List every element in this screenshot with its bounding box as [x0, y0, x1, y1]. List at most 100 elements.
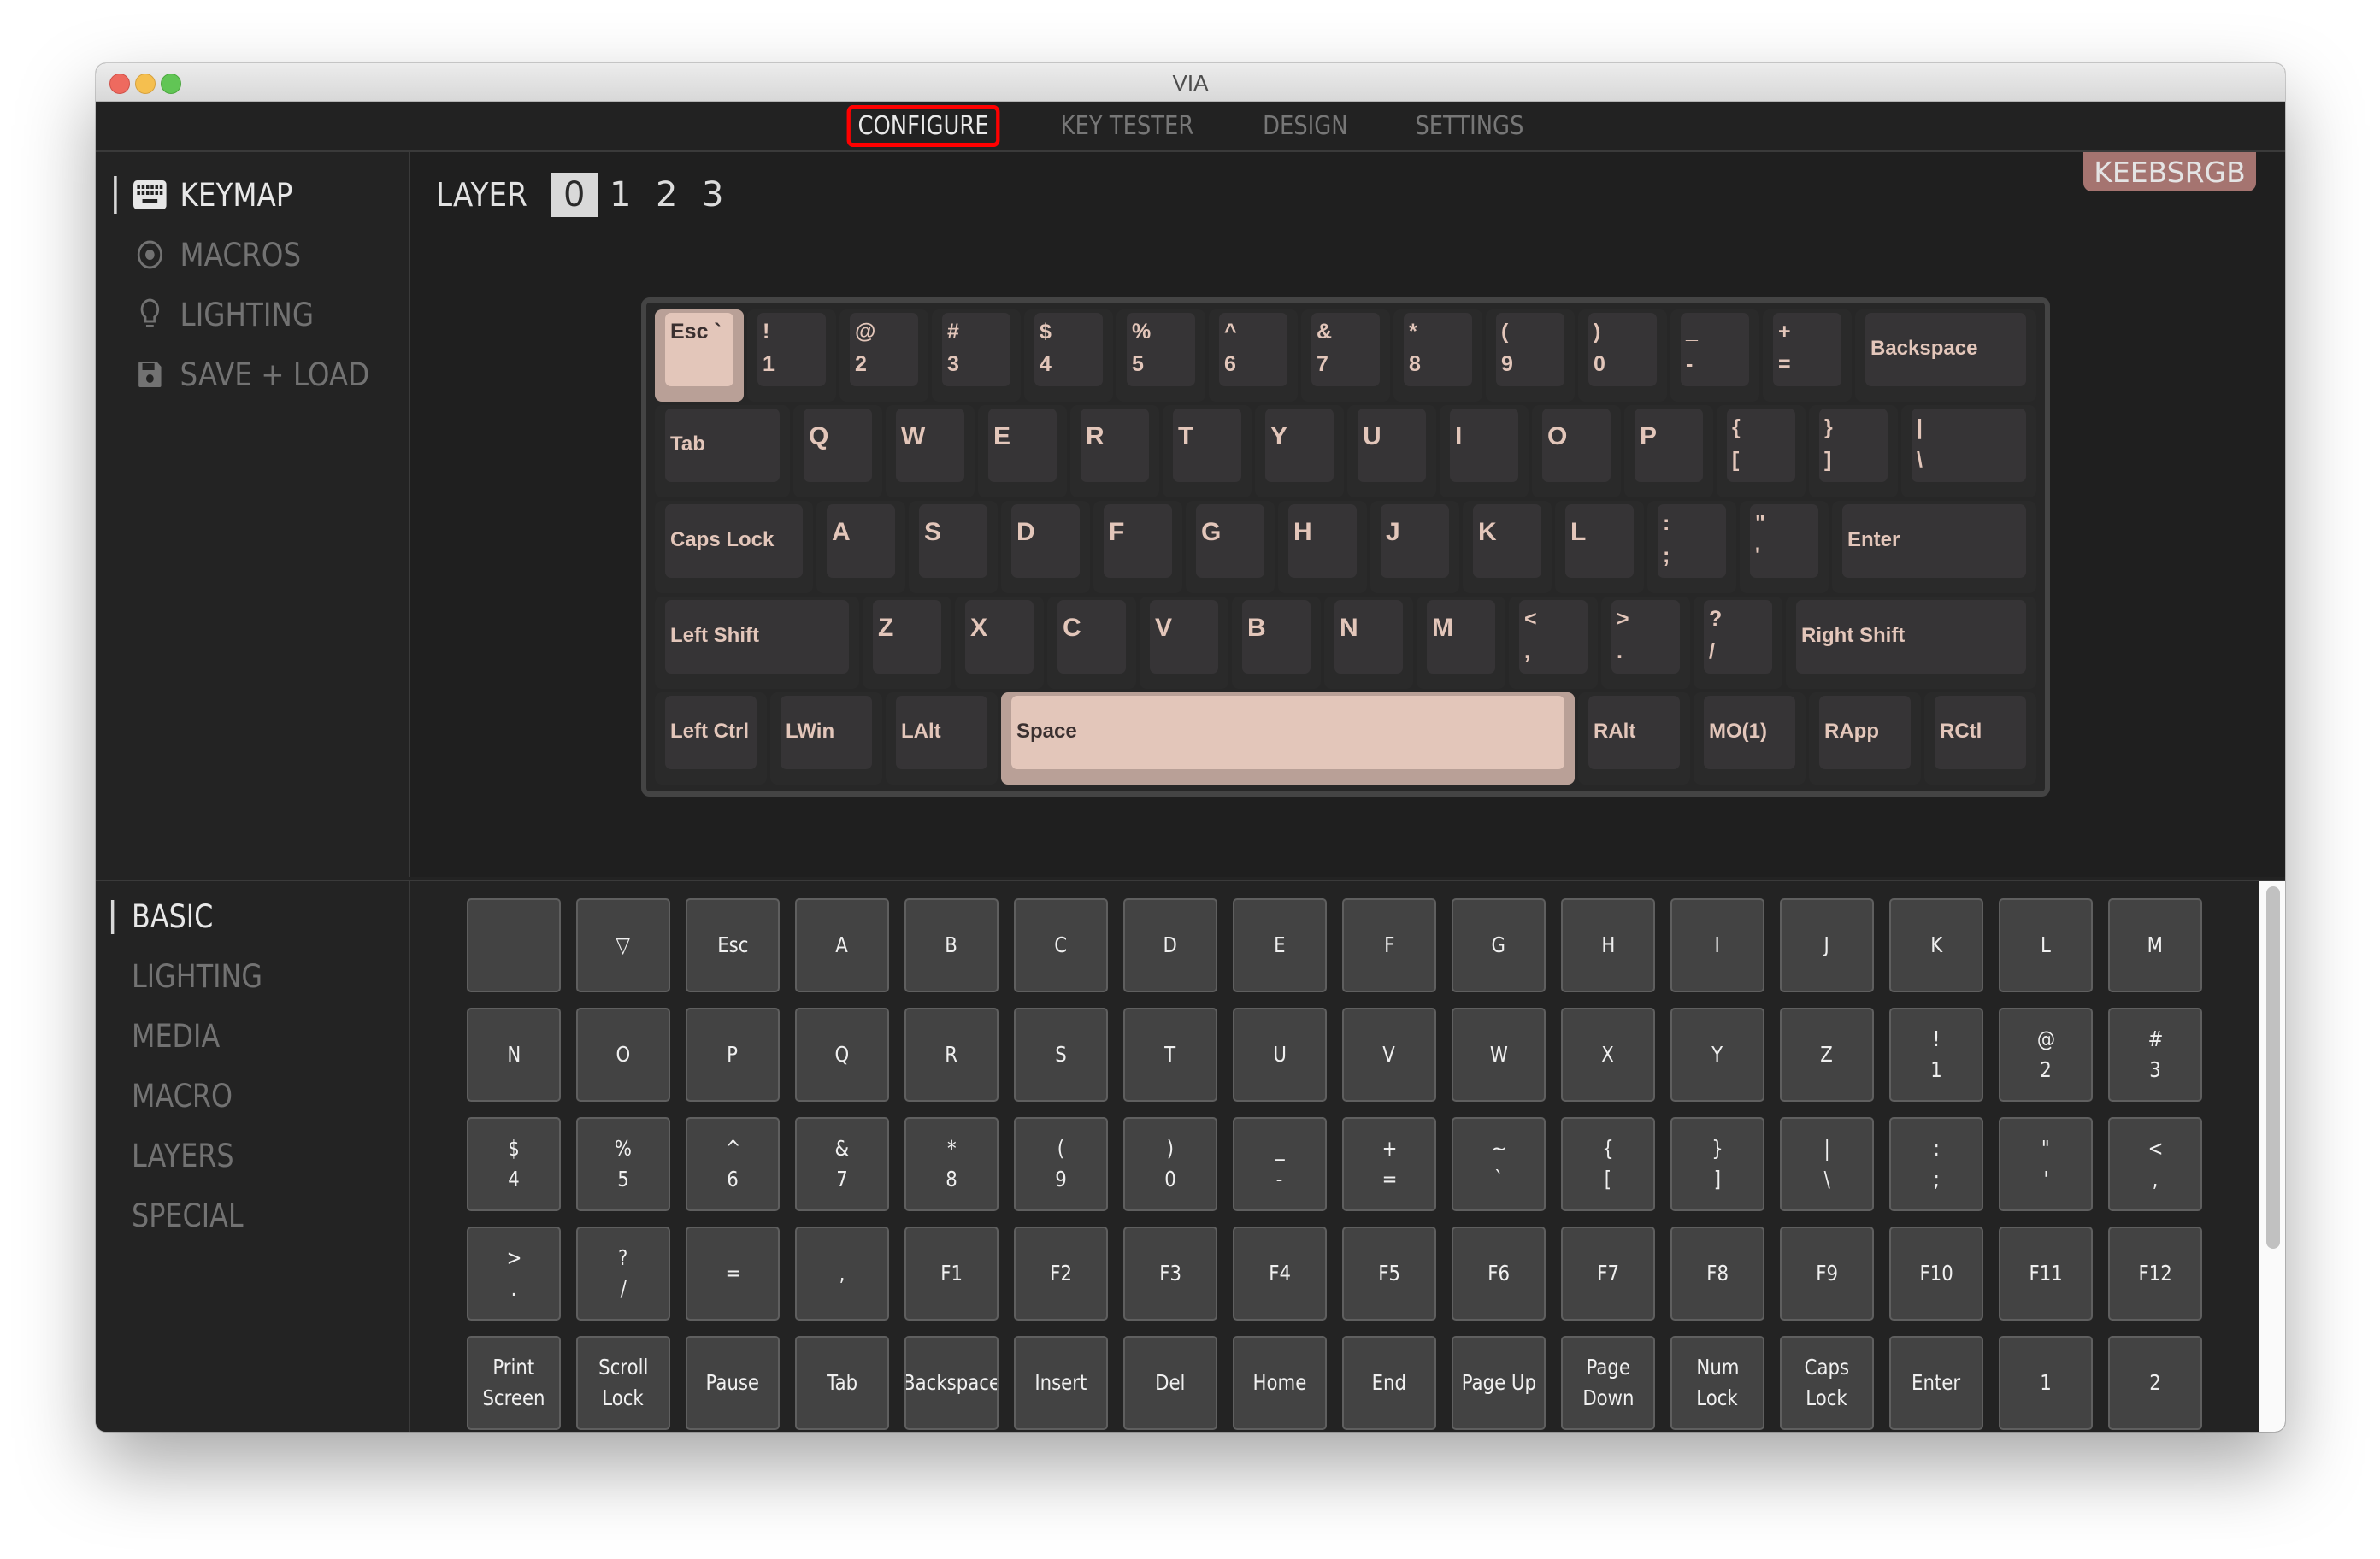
- keycode-blank[interactable]: [467, 898, 561, 992]
- keycode-f5[interactable]: F5: [1342, 1227, 1436, 1321]
- keycode-blank[interactable]: + =: [1342, 1117, 1436, 1211]
- category-macro[interactable]: MACRO: [132, 1078, 233, 1115]
- key-e[interactable]: E: [978, 405, 1067, 497]
- keycode-del[interactable]: Del: [1123, 1336, 1217, 1430]
- key-z[interactable]: Z: [863, 597, 951, 689]
- keycode-j[interactable]: J: [1780, 898, 1874, 992]
- keycode-o[interactable]: O: [576, 1008, 670, 1102]
- keycode-p[interactable]: P: [686, 1008, 780, 1102]
- key-j[interactable]: J: [1370, 501, 1459, 593]
- key-c[interactable]: C: [1047, 597, 1136, 689]
- keycode-pause[interactable]: Pause: [686, 1336, 780, 1430]
- tab-settings[interactable]: SETTINGS: [1404, 108, 1536, 144]
- tab-design[interactable]: DESIGN: [1252, 108, 1360, 144]
- key-lwin[interactable]: LWin: [770, 692, 882, 785]
- keycode-blank[interactable]: }]: [1670, 1117, 1764, 1211]
- key-a[interactable]: A: [816, 501, 905, 593]
- keycode-f4[interactable]: F4: [1233, 1227, 1327, 1321]
- key-1[interactable]: ! 1: [747, 309, 836, 402]
- key-6[interactable]: ^ 6: [1209, 309, 1298, 402]
- keycode-n[interactable]: N: [467, 1008, 561, 1102]
- keycode-blank[interactable]: <,: [2108, 1117, 2202, 1211]
- keycode-page-down[interactable]: Page Down: [1561, 1336, 1655, 1430]
- key-p[interactable]: P: [1624, 405, 1713, 497]
- keycode-page-up[interactable]: Page Up: [1452, 1336, 1546, 1430]
- keycode-blank[interactable]: ~ `: [1452, 1117, 1546, 1211]
- keycode-s[interactable]: S: [1014, 1008, 1108, 1102]
- key-space[interactable]: Space: [1001, 692, 1575, 785]
- keycode-q[interactable]: Q: [795, 1008, 889, 1102]
- key-blank[interactable]: + =: [1763, 309, 1852, 402]
- key-mo-1[interactable]: MO(1): [1694, 692, 1806, 785]
- category-lighting[interactable]: LIGHTING: [132, 958, 262, 995]
- keycode-a[interactable]: A: [795, 898, 889, 992]
- key-o[interactable]: O: [1532, 405, 1621, 497]
- keycode-x[interactable]: X: [1561, 1008, 1655, 1102]
- keycode-g[interactable]: G: [1452, 898, 1546, 992]
- keycode-blank[interactable]: | \: [1780, 1117, 1874, 1211]
- layer-3-button[interactable]: 3: [690, 173, 736, 217]
- keycode-f3[interactable]: F3: [1123, 1227, 1217, 1321]
- keycode-f7[interactable]: F7: [1561, 1227, 1655, 1321]
- category-layers[interactable]: LAYERS: [132, 1138, 234, 1174]
- key-q[interactable]: Q: [793, 405, 882, 497]
- key-f[interactable]: F: [1093, 501, 1182, 593]
- keycode-t[interactable]: T: [1123, 1008, 1217, 1102]
- key-ralt[interactable]: RAlt: [1578, 692, 1690, 785]
- key-0[interactable]: ) 0: [1578, 309, 1667, 402]
- keycode-f6[interactable]: F6: [1452, 1227, 1546, 1321]
- keycode-5[interactable]: % 5: [576, 1117, 670, 1211]
- tab-key-tester[interactable]: KEY TESTER: [1049, 108, 1205, 144]
- key-3[interactable]: #3: [932, 309, 1021, 402]
- keycode-u[interactable]: U: [1233, 1008, 1327, 1102]
- keycode-caps-lock[interactable]: Caps Lock: [1780, 1336, 1874, 1430]
- keycode-blank[interactable]: _ -: [1233, 1117, 1327, 1211]
- key-9[interactable]: (9: [1486, 309, 1575, 402]
- keycode-f11[interactable]: F11: [1999, 1227, 2093, 1321]
- key-k[interactable]: K: [1463, 501, 1552, 593]
- keycode-blank[interactable]: {[: [1561, 1117, 1655, 1211]
- keycode-f10[interactable]: F10: [1889, 1227, 1983, 1321]
- keycode-home[interactable]: Home: [1233, 1336, 1327, 1430]
- key-m[interactable]: M: [1417, 597, 1505, 689]
- keycode-scroll-lock[interactable]: Scroll Lock: [576, 1336, 670, 1430]
- keycode-tab[interactable]: Tab: [795, 1336, 889, 1430]
- keycode-blank[interactable]: =: [686, 1227, 780, 1321]
- keycode-blank[interactable]: >.: [467, 1227, 561, 1321]
- keycode-backspace[interactable]: Backspace: [904, 1336, 999, 1430]
- keycode-num-lock[interactable]: Num Lock: [1670, 1336, 1764, 1430]
- key-b[interactable]: B: [1232, 597, 1321, 689]
- key-rapp[interactable]: RApp: [1809, 692, 1921, 785]
- key-s[interactable]: S: [909, 501, 998, 593]
- keycode-f1[interactable]: F1: [904, 1227, 999, 1321]
- key-blank[interactable]: >.: [1601, 597, 1690, 689]
- key-x[interactable]: X: [955, 597, 1044, 689]
- keycode-8[interactable]: * 8: [904, 1117, 999, 1211]
- keycode-f8[interactable]: F8: [1670, 1227, 1764, 1321]
- key-r[interactable]: R: [1070, 405, 1159, 497]
- keycode-3[interactable]: #3: [2108, 1008, 2202, 1102]
- key-left-shift[interactable]: Left Shift: [655, 597, 859, 689]
- keycode-m[interactable]: M: [2108, 898, 2202, 992]
- key-blank[interactable]: | \: [1901, 405, 2036, 497]
- key-u[interactable]: U: [1347, 405, 1436, 497]
- key-w[interactable]: W: [886, 405, 975, 497]
- key-i[interactable]: I: [1440, 405, 1529, 497]
- key-8[interactable]: * 8: [1393, 309, 1482, 402]
- key-blank[interactable]: ? /: [1694, 597, 1782, 689]
- category-special[interactable]: SPECIAL: [132, 1197, 244, 1234]
- category-basic[interactable]: BASIC: [110, 898, 213, 935]
- key-blank[interactable]: {[: [1717, 405, 1806, 497]
- picker-scrollbar[interactable]: [2259, 881, 2285, 1432]
- key-g[interactable]: G: [1186, 501, 1275, 593]
- keycode-7[interactable]: & 7: [795, 1117, 889, 1211]
- key-lalt[interactable]: LAlt: [886, 692, 998, 785]
- key-4[interactable]: $4: [1024, 309, 1113, 402]
- sidebar-item-lighting[interactable]: LIGHTING: [133, 289, 314, 340]
- key-rctl[interactable]: RCtl: [1924, 692, 2036, 785]
- key-y[interactable]: Y: [1255, 405, 1344, 497]
- keycode-e[interactable]: E: [1233, 898, 1327, 992]
- layer-2-button[interactable]: 2: [644, 173, 690, 217]
- key-left-ctrl[interactable]: Left Ctrl: [655, 692, 767, 785]
- keycode-y[interactable]: Y: [1670, 1008, 1764, 1102]
